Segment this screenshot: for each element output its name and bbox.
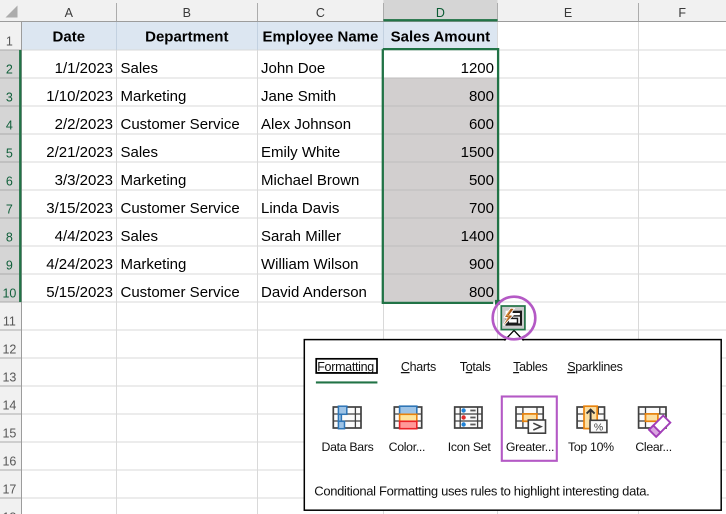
svg-text:Jane Smith: Jane Smith [261, 88, 336, 105]
svg-text:5: 5 [6, 146, 13, 160]
svg-text:1/10/2023: 1/10/2023 [46, 88, 113, 105]
svg-text:Totals: Totals [460, 360, 491, 374]
svg-text:Michael Brown: Michael Brown [261, 172, 359, 189]
svg-text:Sarah Miller: Sarah Miller [261, 228, 341, 245]
svg-text:Clear...: Clear... [635, 440, 672, 454]
svg-text:Date: Date [53, 28, 86, 45]
svg-text:2: 2 [6, 62, 13, 76]
svg-text:1: 1 [6, 34, 13, 48]
svg-text:600: 600 [469, 116, 494, 133]
svg-text:3: 3 [6, 90, 13, 104]
svg-text:A: A [65, 6, 74, 20]
svg-text:7: 7 [6, 202, 13, 216]
svg-text:11: 11 [3, 314, 16, 328]
svg-text:6: 6 [6, 174, 13, 188]
svg-text:800: 800 [469, 88, 494, 105]
svg-text:Color...: Color... [389, 440, 426, 454]
svg-text:800: 800 [469, 284, 494, 301]
svg-text:Formatting: Formatting [317, 360, 374, 374]
svg-text:4: 4 [6, 118, 13, 132]
svg-text:4/24/2023: 4/24/2023 [46, 256, 113, 273]
svg-text:900: 900 [469, 256, 494, 273]
svg-text:D: D [436, 6, 445, 20]
svg-text:500: 500 [469, 172, 494, 189]
svg-text:Sales: Sales [121, 144, 159, 161]
svg-text:8: 8 [6, 230, 13, 244]
svg-text:16: 16 [2, 454, 16, 468]
svg-text:David Anderson: David Anderson [261, 284, 367, 301]
svg-text:Marketing: Marketing [121, 88, 187, 105]
svg-text:Sales: Sales [121, 60, 159, 77]
svg-text:Customer Service: Customer Service [121, 116, 240, 133]
svg-text:Sales Amount: Sales Amount [391, 28, 490, 45]
svg-text:9: 9 [6, 258, 13, 272]
svg-text:Marketing: Marketing [121, 256, 187, 273]
svg-text:1500: 1500 [461, 144, 494, 161]
svg-text:Conditional Formatting uses ru: Conditional Formatting uses rules to hig… [314, 483, 649, 498]
svg-text:%: % [594, 421, 603, 433]
svg-text:John Doe: John Doe [261, 60, 325, 77]
svg-text:Employee Name: Employee Name [262, 28, 378, 45]
svg-text:Sales: Sales [121, 228, 159, 245]
svg-text:Customer Service: Customer Service [121, 200, 240, 217]
svg-text:12: 12 [2, 342, 16, 356]
svg-text:Top 10%: Top 10% [568, 440, 614, 454]
svg-text:15: 15 [2, 426, 16, 440]
svg-text:Tables: Tables [513, 360, 547, 374]
svg-text:1/1/2023: 1/1/2023 [55, 60, 113, 77]
svg-text:18: 18 [2, 510, 16, 514]
svg-text:Charts: Charts [401, 360, 436, 374]
svg-text:2/2/2023: 2/2/2023 [55, 116, 113, 133]
svg-text:F: F [678, 6, 686, 20]
svg-text:1200: 1200 [461, 60, 494, 77]
svg-text:Marketing: Marketing [121, 172, 187, 189]
svg-text:17: 17 [2, 482, 16, 496]
svg-text:E: E [564, 6, 572, 20]
svg-text:C: C [316, 6, 325, 20]
svg-text:Greater...: Greater... [506, 440, 554, 454]
svg-text:William Wilson: William Wilson [261, 256, 359, 273]
svg-text:2/21/2023: 2/21/2023 [46, 144, 113, 161]
svg-text:Department: Department [145, 28, 228, 45]
svg-text:13: 13 [2, 370, 16, 384]
svg-text:1400: 1400 [461, 228, 494, 245]
svg-text:Sparklines: Sparklines [567, 360, 622, 374]
svg-text:3/3/2023: 3/3/2023 [55, 172, 113, 189]
svg-text:Icon Set: Icon Set [448, 440, 492, 454]
svg-text:3/15/2023: 3/15/2023 [46, 200, 113, 217]
svg-text:Emily White: Emily White [261, 144, 340, 161]
svg-text:700: 700 [469, 200, 494, 217]
svg-text:B: B [183, 6, 191, 20]
svg-text:4/4/2023: 4/4/2023 [55, 228, 113, 245]
svg-text:5/15/2023: 5/15/2023 [46, 284, 113, 301]
svg-text:10: 10 [2, 286, 16, 300]
svg-text:14: 14 [2, 398, 16, 412]
svg-text:Alex Johnson: Alex Johnson [261, 116, 351, 133]
svg-text:Linda Davis: Linda Davis [261, 200, 339, 217]
svg-text:Data Bars: Data Bars [322, 440, 374, 454]
svg-text:Customer Service: Customer Service [121, 284, 240, 301]
